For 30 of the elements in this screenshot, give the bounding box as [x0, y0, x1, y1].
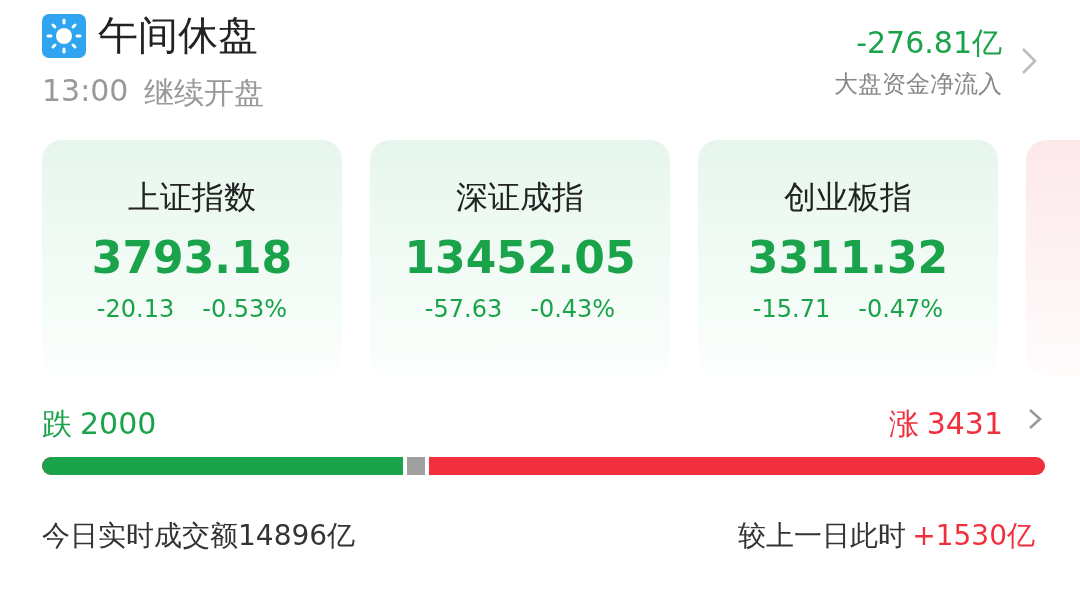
index-change: -15.71: [752, 295, 831, 323]
index-change: -57.63: [424, 295, 503, 323]
index-value: 3793.18: [91, 232, 293, 283]
index-change: -20.13: [96, 295, 175, 323]
resume-time: 13:00: [42, 73, 129, 110]
flat-segment: [403, 457, 430, 475]
index-percent: -0.47%: [858, 295, 944, 323]
index-card[interactable]: 上证指数 3793.18 -20.13 -0.53%: [42, 140, 342, 376]
index-card[interactable]: 创业板指 3311.32 -15.71 -0.47%: [698, 140, 998, 376]
rise-label: 涨: [888, 405, 919, 443]
compare-value: +1530亿: [912, 518, 1035, 554]
sun-icon: [42, 13, 86, 58]
status-title: 午间休盘: [98, 11, 258, 60]
index-percent: -0.43%: [530, 295, 616, 323]
compare-label: 较上一日此时: [738, 518, 907, 554]
index-percent: -0.53%: [202, 295, 288, 323]
index-value: 13452.05: [404, 232, 636, 283]
net-inflow-label: 大盘资金净流入: [834, 68, 1002, 100]
fall-label: 跌: [42, 405, 72, 443]
index-name: 深证成指: [456, 177, 584, 218]
turnover-label: 今日实时成交额14896亿: [42, 518, 356, 554]
index-card[interactable]: 深证成指 13452.05 -57.63 -0.43%: [370, 140, 670, 376]
fall-count: 2000: [80, 406, 157, 441]
net-inflow-value: -276.81亿: [856, 23, 1002, 62]
chevron-right-icon[interactable]: [1020, 46, 1038, 76]
resume-label: 继续开盘: [144, 74, 265, 112]
index-name: 创业板指: [784, 177, 912, 218]
rise-count: 3431: [926, 406, 1003, 441]
index-name: 上证指数: [128, 177, 256, 218]
index-value: 3311.32: [747, 232, 949, 283]
